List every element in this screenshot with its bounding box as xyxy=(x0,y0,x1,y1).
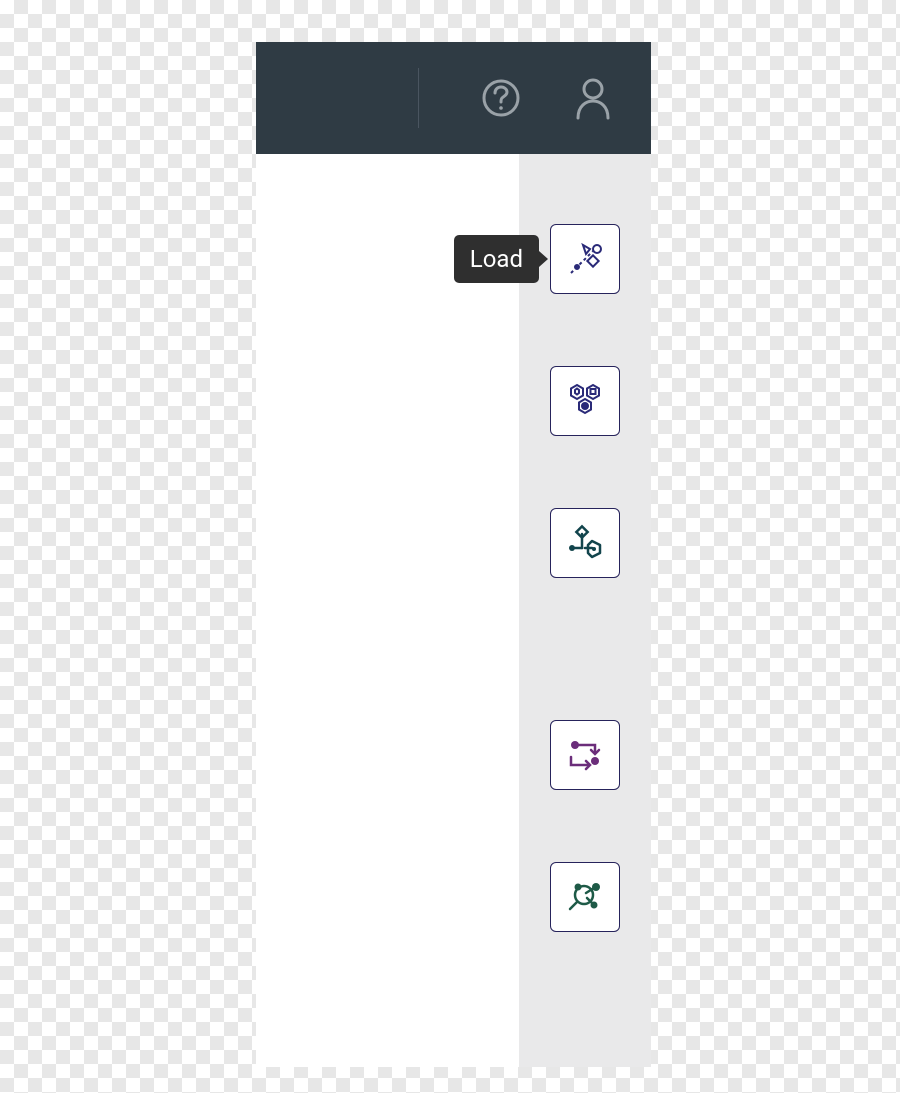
transform-button[interactable] xyxy=(550,508,620,578)
user-icon xyxy=(573,76,613,120)
sequence-icon xyxy=(565,737,605,773)
load-tooltip-label: Load xyxy=(470,245,523,273)
inspect-icon xyxy=(564,877,606,917)
modules-icon xyxy=(564,381,606,421)
right-rail: Load xyxy=(519,154,651,1067)
help-icon xyxy=(481,78,521,118)
modules-button[interactable] xyxy=(550,366,620,436)
user-button[interactable] xyxy=(573,78,613,118)
load-button[interactable]: Load xyxy=(550,224,620,294)
sequence-button[interactable] xyxy=(550,720,620,790)
transform-icon xyxy=(564,524,606,562)
load-icon xyxy=(565,239,605,279)
load-tooltip: Load xyxy=(454,235,539,283)
header-divider xyxy=(418,68,419,128)
inspect-button[interactable] xyxy=(550,862,620,932)
header-bar xyxy=(256,42,651,154)
help-button[interactable] xyxy=(481,78,521,118)
main-panel: Load xyxy=(256,42,651,1067)
